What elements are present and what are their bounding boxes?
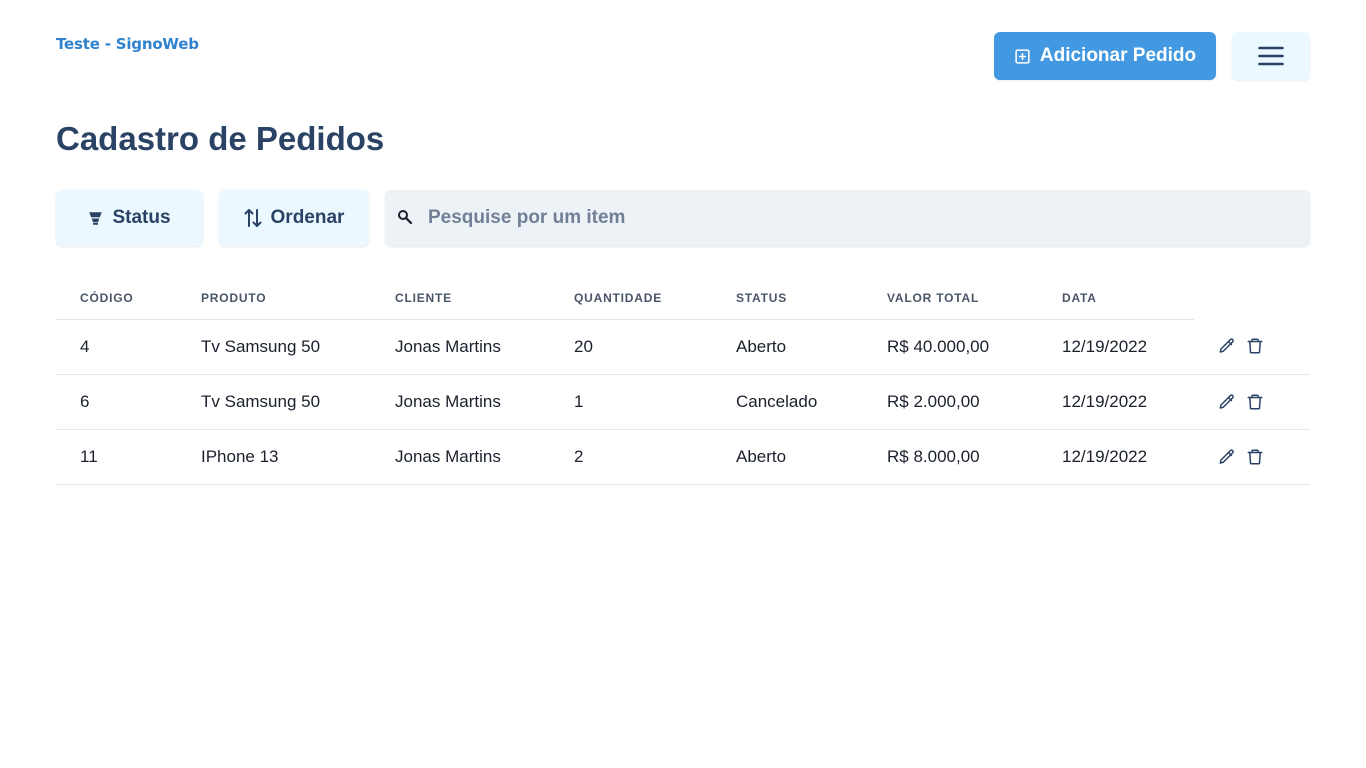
cell-quantidade: 20	[550, 319, 712, 375]
column-header-produto: PRODUTO	[177, 278, 371, 320]
column-header-valor-total: VALOR TOTAL	[863, 278, 1038, 320]
edit-pencil-icon	[1219, 338, 1234, 353]
status-filter-label: Status	[112, 207, 171, 228]
cell-actions	[1194, 319, 1310, 375]
cell-produto: Tv Samsung 50	[177, 319, 371, 375]
column-header-actions	[1194, 278, 1310, 319]
column-header-status: STATUS	[712, 278, 863, 320]
hamburger-icon	[1258, 46, 1284, 66]
table-row: 11 IPhone 13 Jonas Martins 2 Aberto R$ 8…	[56, 429, 1310, 485]
cell-cliente: Jonas Martins	[371, 374, 550, 430]
cell-quantidade: 2	[550, 429, 712, 485]
sort-button[interactable]: Ordenar	[219, 190, 369, 246]
plus-square-icon	[1015, 48, 1030, 64]
cell-status: Aberto	[712, 319, 863, 375]
edit-pencil-icon	[1219, 448, 1234, 464]
column-header-cliente: CLIENTE	[371, 278, 550, 320]
sort-label: Ordenar	[270, 207, 345, 228]
table-row: 4 Tv Samsung 50 Jonas Martins 20 Aberto …	[56, 319, 1310, 375]
add-order-label: Adicionar Pedido	[1039, 45, 1197, 66]
cell-valor-total: R$ 2.000,00	[863, 374, 1038, 430]
delete-button[interactable]	[1246, 337, 1264, 355]
cell-actions	[1194, 374, 1310, 430]
column-header-quantidade: QUANTIDADE	[550, 278, 712, 320]
cell-quantidade: 1	[550, 374, 712, 430]
cell-valor-total: R$ 40.000,00	[863, 319, 1038, 375]
cell-status: Aberto	[712, 429, 863, 485]
cell-produto: Tv Samsung 50	[177, 374, 371, 430]
column-header-codigo: CÓDIGO	[56, 278, 177, 320]
table-row: 6 Tv Samsung 50 Jonas Martins 1 Cancelad…	[56, 374, 1310, 430]
edit-button[interactable]	[1218, 337, 1236, 355]
search-icon	[398, 210, 413, 225]
cell-data: 12/19/2022	[1038, 374, 1194, 430]
cell-cliente: Jonas Martins	[371, 319, 550, 375]
cell-codigo: 4	[56, 319, 177, 375]
cell-codigo: 6	[56, 374, 177, 430]
orders-table: CÓDIGO PRODUTO CLIENTE QUANTIDADE STATUS…	[56, 278, 1310, 485]
search-input[interactable]	[385, 190, 1310, 246]
edit-button[interactable]	[1218, 448, 1236, 466]
trash-icon	[1247, 449, 1263, 464]
column-header-data: DATA	[1038, 278, 1194, 320]
add-order-button[interactable]: Adicionar Pedido	[994, 32, 1216, 80]
table-header-row: CÓDIGO PRODUTO CLIENTE QUANTIDADE STATUS…	[56, 278, 1310, 320]
trash-icon	[1247, 338, 1263, 354]
cell-data: 12/19/2022	[1038, 429, 1194, 485]
cell-valor-total: R$ 8.000,00	[863, 429, 1038, 485]
edit-pencil-icon	[1219, 393, 1234, 409]
delete-button[interactable]	[1246, 448, 1264, 466]
menu-button[interactable]	[1232, 32, 1310, 80]
page-title: Cadastro de Pedidos	[56, 120, 385, 157]
sort-arrows-icon	[244, 209, 262, 227]
cell-actions	[1194, 429, 1310, 485]
cell-produto: IPhone 13	[177, 429, 371, 485]
cell-status: Cancelado	[712, 374, 863, 430]
cell-data: 12/19/2022	[1038, 319, 1194, 375]
cell-cliente: Jonas Martins	[371, 429, 550, 485]
filter-icon	[89, 211, 103, 225]
trash-icon	[1247, 394, 1263, 409]
edit-button[interactable]	[1218, 393, 1236, 411]
search-box	[385, 190, 1310, 246]
app-brand[interactable]: Teste - SignoWeb	[56, 35, 199, 53]
status-filter-button[interactable]: Status	[56, 190, 203, 246]
delete-button[interactable]	[1246, 393, 1264, 411]
cell-codigo: 11	[56, 429, 177, 485]
